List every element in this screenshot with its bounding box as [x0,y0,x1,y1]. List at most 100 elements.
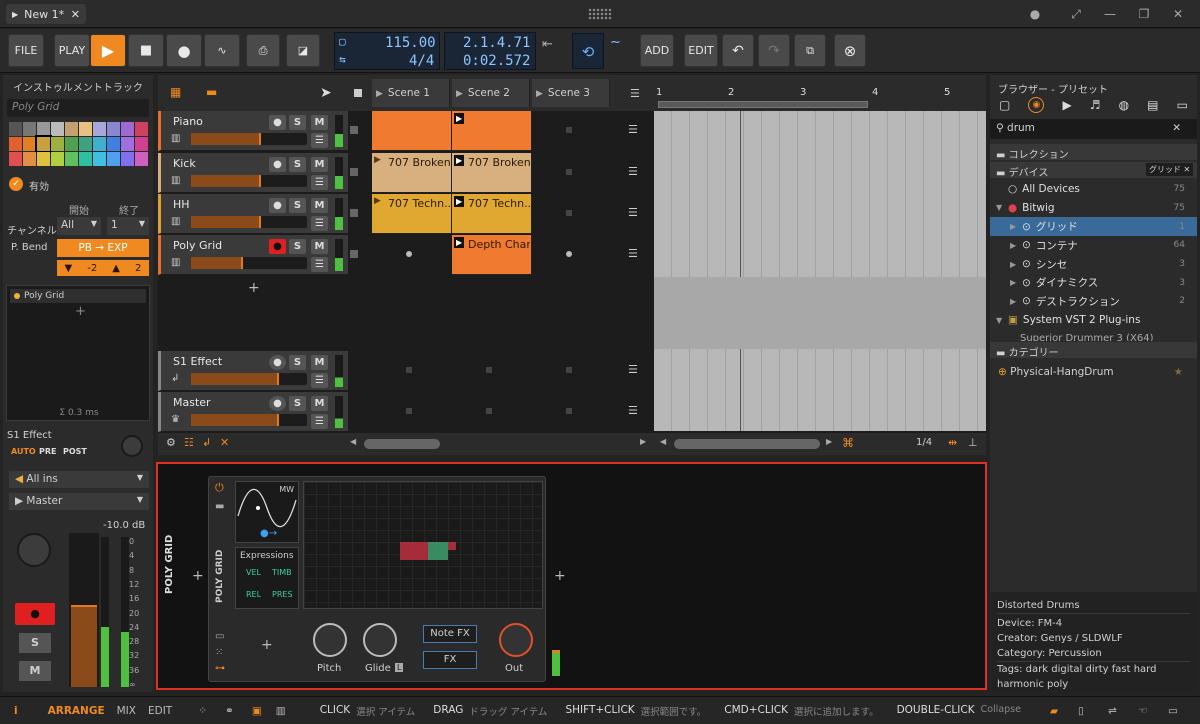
track-header[interactable]: HH ● S M ▥ ☰ [158,194,348,234]
track-clip-menu-icon[interactable]: ☰ [628,363,638,376]
color-swatch[interactable] [9,152,22,166]
solo-button[interactable]: S [289,115,306,130]
color-swatch[interactable] [79,137,92,151]
color-swatch[interactable] [135,152,148,166]
scroll-right-icon[interactable]: ▶ [640,437,646,446]
snap-icon[interactable]: ⊥ [968,436,978,449]
preset-icon[interactable]: ◉ [1028,97,1045,113]
fit-icon[interactable]: ⇹ [948,436,957,449]
scene-2[interactable]: ▶ Scene 2 [452,79,530,107]
timeline-area[interactable] [654,111,986,431]
fader-track[interactable] [69,533,99,687]
power-icon[interactable]: ⏻ [215,481,224,495]
color-swatch[interactable] [37,122,50,136]
track-volume-fader[interactable] [191,216,307,228]
clip[interactable] [372,111,452,151]
clip-play-icon[interactable]: ▶ [454,113,465,124]
pointer-tool-icon[interactable]: ➤ [320,85,332,101]
track-header[interactable]: Piano ● S M ▥ ☰ [158,111,348,151]
clip[interactable]: ▶ 707 Techn... [372,194,452,234]
color-swatch[interactable] [9,137,22,151]
tempo-value[interactable]: 115.00 [385,35,436,51]
empty-slot[interactable] [406,367,412,373]
solo-button[interactable]: S [289,198,306,213]
lfo-box[interactable]: MW ●→ [235,481,299,543]
vel-label[interactable]: VEL [246,568,261,577]
maximize-icon[interactable]: ❐ [1136,6,1152,22]
send-mode-pre[interactable]: PRE [39,447,57,456]
scroll-left-icon[interactable]: ◀ [350,437,356,446]
timb-label[interactable]: TIMB [272,568,292,577]
close-tab-icon[interactable]: ✕ [71,8,80,21]
signature-value[interactable]: 4/4 [409,53,434,69]
solo-button[interactable]: S [289,157,306,172]
color-swatch[interactable] [107,152,120,166]
scene-3[interactable]: ▶ Scene 3 [532,79,610,107]
enabled-checkbox[interactable]: ✓ [9,177,23,191]
loop-button[interactable]: ⟲ [572,33,604,69]
browser-item[interactable]: ▶ ⊙ コンテナ 64 [990,236,1197,255]
color-swatch[interactable] [51,137,64,151]
mute-button[interactable]: M [311,198,328,213]
record-arm-button[interactable]: ● [269,157,286,172]
devices-header[interactable]: ▬ デバイス グリッド ✕ [990,162,1197,179]
browser-search[interactable]: ⚲ drum ✕ [990,119,1197,139]
stop-slot[interactable] [350,168,358,176]
color-swatch[interactable] [93,122,106,136]
power-icon[interactable]: ● [269,396,286,411]
color-swatch[interactable] [23,152,36,166]
expand-icon[interactable]: ▶ [1010,297,1022,306]
clip[interactable]: ▶707 Broken... [372,153,452,193]
clip[interactable]: ▶ 707 Techn... [452,194,532,234]
color-swatch[interactable] [121,152,134,166]
close-window-icon[interactable]: ✕ [1170,6,1186,22]
record-arm-button[interactable]: ● [269,198,286,213]
empty-slot[interactable] [406,408,412,414]
track-clip-menu-icon[interactable]: ☰ [628,206,638,219]
track-menu-icon[interactable]: ☰ [311,373,328,388]
track-header[interactable]: Poly Grid ● S M ▥ ☰ [158,235,348,275]
folder-icon[interactable]: ▰ [1050,705,1058,717]
browser-item[interactable]: ▶ ⊙ デストラクション 2 [990,292,1197,311]
mute-button[interactable]: M [311,239,328,254]
track-menu-icon[interactable]: ☰ [311,216,328,231]
stop-slot[interactable] [350,126,358,134]
clip[interactable]: ▶707 Broken... [452,153,532,193]
track-view-icon[interactable]: ▦ [170,85,181,99]
browser-item[interactable]: ▶ ⊙ グリッド 1 [990,217,1197,236]
color-swatch[interactable] [121,137,134,151]
record-button[interactable]: ● [166,34,202,67]
minimize-icon[interactable]: — [1102,6,1118,22]
track-volume-fader[interactable] [191,414,307,426]
color-swatch[interactable] [79,152,92,166]
play-label-button[interactable]: PLAY [54,34,90,67]
filter-chip[interactable]: グリッド ✕ [1146,163,1194,176]
redo-icon[interactable]: ↷ [758,34,790,67]
send-mode-post[interactable]: POST [63,447,87,456]
solo-button[interactable]: S [289,355,306,370]
grid-module-green[interactable] [428,542,448,560]
collection-header[interactable]: ▬ コレクション [990,144,1197,161]
track-clip-menu-icon[interactable]: ☰ [628,404,638,417]
groove-icon[interactable]: ∼ [610,35,632,50]
color-swatch[interactable] [135,137,148,151]
glide-knob[interactable] [363,623,397,657]
launcher-menu-icon[interactable]: ☰ [630,87,640,100]
track-volume-fader[interactable] [191,175,307,187]
record-arm-button[interactable]: ● [269,115,286,130]
effect-track-header[interactable]: Master S M ● ♛ ☰ [158,392,348,432]
empty-slot[interactable] [566,251,572,257]
fullscreen-icon[interactable]: ⤢ [1068,6,1084,22]
nodes-icon[interactable]: ⚭ [225,705,234,717]
color-swatch[interactable] [79,122,92,136]
record-arm-button[interactable]: ● [269,239,286,254]
copy-icon[interactable]: ⧉ [794,34,826,67]
global-stop-icon[interactable] [354,89,362,97]
edit-tab[interactable]: EDIT [148,705,172,717]
output-select[interactable]: ▶ Master ▼ [9,493,149,510]
expand-icon[interactable]: ▶ [1010,222,1022,231]
color-swatch[interactable] [9,122,22,136]
scene-1[interactable]: ▶ Scene 1 [372,79,450,107]
color-swatch[interactable] [23,122,36,136]
empty-slot[interactable] [406,251,412,257]
